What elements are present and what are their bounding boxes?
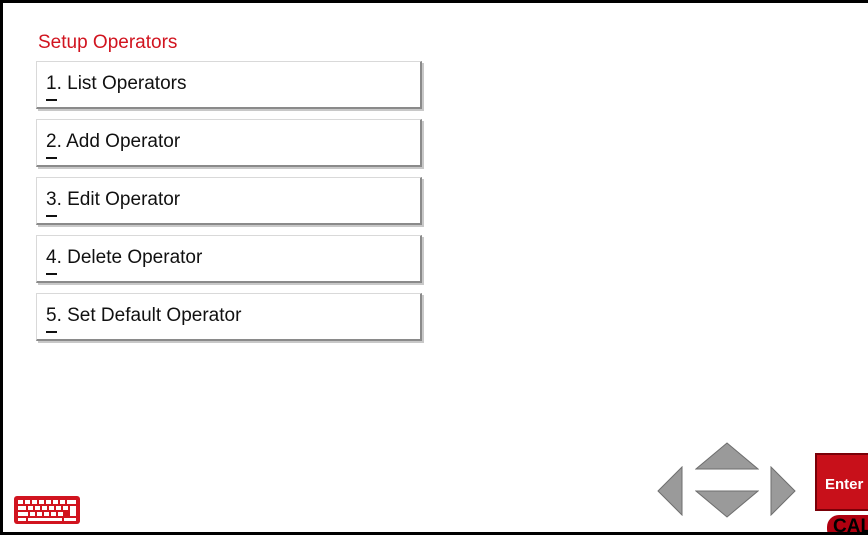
menu-item-add-operator[interactable]: 2. Add Operator bbox=[36, 119, 422, 167]
menu-item-label: . Set Default Operator bbox=[56, 305, 242, 326]
page-title: Setup Operators bbox=[38, 32, 178, 53]
menu-item-number: 5 bbox=[46, 305, 57, 333]
arrow-left-icon[interactable] bbox=[657, 465, 683, 521]
screen: Setup Operators 1. List Operators 2. Add… bbox=[3, 3, 868, 532]
menu-item-list-operators[interactable]: 1. List Operators bbox=[36, 61, 422, 109]
enter-button[interactable]: Enter bbox=[815, 453, 868, 511]
menu-item-number: 4 bbox=[46, 247, 57, 275]
menu-item-label: . Edit Operator bbox=[56, 189, 181, 210]
arrow-down-icon[interactable] bbox=[694, 490, 760, 523]
menu-item-number: 3 bbox=[46, 189, 57, 217]
menu-item-set-default-operator[interactable]: 5. Set Default Operator bbox=[36, 293, 422, 341]
menu-item-label: . Add Operator bbox=[56, 131, 181, 152]
arrow-right-icon[interactable] bbox=[770, 465, 796, 521]
menu-item-number: 1 bbox=[46, 73, 57, 101]
menu-item-label: . List Operators bbox=[56, 73, 187, 94]
keyboard-icon[interactable] bbox=[13, 495, 81, 525]
arrow-up-icon[interactable] bbox=[694, 442, 760, 475]
menu-item-label: . Delete Operator bbox=[56, 247, 203, 268]
menu-item-number: 2 bbox=[46, 131, 57, 159]
menu-item-edit-operator[interactable]: 3. Edit Operator bbox=[36, 177, 422, 225]
menu-item-delete-operator[interactable]: 4. Delete Operator bbox=[36, 235, 422, 283]
cal-button[interactable]: CAL bbox=[827, 515, 868, 532]
